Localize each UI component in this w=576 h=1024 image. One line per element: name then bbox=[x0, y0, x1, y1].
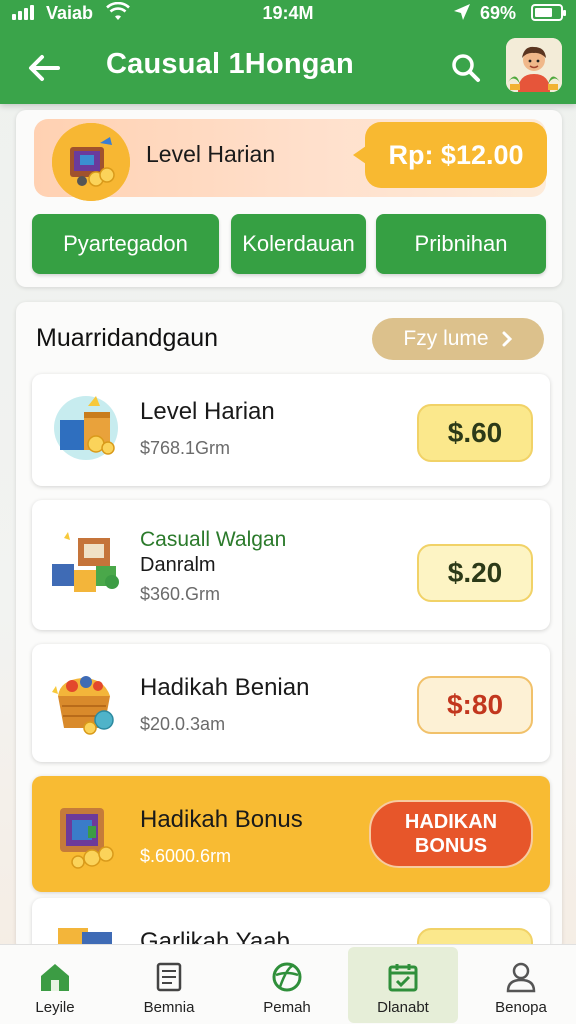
item-subtitle: $.6000.6rm bbox=[140, 846, 232, 866]
arrow-left-icon bbox=[29, 55, 60, 81]
search-button[interactable] bbox=[444, 46, 488, 90]
item-subtitle: $360.Grm bbox=[140, 584, 221, 604]
status-bar: Vaiab 19:4M 69% bbox=[0, 0, 576, 28]
nav-item-home[interactable]: Leyile bbox=[0, 947, 110, 1023]
view-all-button[interactable]: Fzy lume bbox=[372, 318, 544, 360]
item-title: Hadikah Benian bbox=[140, 674, 310, 701]
list-item[interactable]: Casuall Walgan Danralm $360.Grm $.20 bbox=[32, 500, 550, 630]
back-button[interactable] bbox=[22, 46, 66, 90]
app-header: Vaiab 19:4M 69% Causual 1Hongan bbox=[0, 0, 576, 104]
nav-item-dlanabt[interactable]: Dlanabt bbox=[348, 947, 458, 1023]
nav-item-pemah[interactable]: Pemah bbox=[232, 947, 342, 1023]
document-icon bbox=[156, 962, 182, 992]
bottom-nav: Leyile Bemnia Pemah Dlanabt Benopa bbox=[0, 944, 576, 1024]
globe-icon bbox=[272, 962, 302, 992]
item-subtitle: $768.1Grm bbox=[140, 438, 231, 458]
nav-label: Pemah bbox=[263, 999, 311, 1016]
gift-box-icon bbox=[48, 392, 126, 464]
item-subtitle: $20.0.3am bbox=[140, 714, 226, 734]
battery-percent: 69% bbox=[480, 3, 517, 23]
section-title: Muarridandgaun bbox=[36, 324, 219, 352]
list-item[interactable]: Hadikah Benian $20.0.3am $:80 bbox=[32, 644, 550, 762]
action-button-1[interactable]: Pyartegadon bbox=[32, 214, 219, 274]
page-title: Causual 1Hongan bbox=[106, 48, 354, 80]
search-icon bbox=[452, 54, 480, 82]
bonus-chest-icon bbox=[48, 800, 126, 872]
daily-level-card: Level Harian Rp: $12.00 Pyartegadon Kole… bbox=[16, 110, 562, 287]
view-all-label: Fzy lume bbox=[403, 327, 489, 350]
bonus-line-1: HADIKAN bbox=[404, 811, 498, 833]
item-title: Casuall Walgan bbox=[140, 528, 287, 551]
nav-label: Leyile bbox=[35, 999, 75, 1016]
nav-item-benopa[interactable]: Benopa bbox=[466, 947, 576, 1023]
level-title: Level Harian bbox=[146, 141, 276, 167]
item-title-secondary: Danralm bbox=[140, 554, 216, 576]
price-button[interactable]: $:80 bbox=[417, 676, 533, 734]
home-icon bbox=[41, 964, 69, 991]
battery-level bbox=[535, 8, 552, 17]
bonus-line-2: BONUS bbox=[414, 835, 488, 857]
action-button-3[interactable]: Pribnihan bbox=[376, 214, 546, 274]
crate-icon bbox=[48, 530, 126, 602]
avatar-icon bbox=[506, 38, 562, 92]
claim-bonus-button[interactable]: HADIKAN BONUS bbox=[369, 800, 533, 868]
list-item[interactable]: Level Harian $768.1Grm $.60 bbox=[32, 374, 550, 486]
reward-button[interactable]: Rp: $12.00 bbox=[353, 122, 547, 188]
location-icon bbox=[452, 2, 472, 27]
nav-item-bemnia[interactable]: Bemnia bbox=[114, 947, 224, 1023]
nav-label: Dlanabt bbox=[377, 999, 429, 1016]
bonus-item[interactable]: Hadikah Bonus $.6000.6rm HADIKAN BONUS bbox=[32, 776, 550, 892]
chevron-right-icon bbox=[502, 331, 512, 347]
item-title: Hadikah Bonus bbox=[140, 806, 303, 833]
avatar[interactable] bbox=[506, 38, 562, 92]
treasure-basket-icon bbox=[48, 666, 126, 738]
rewards-list-card: Muarridandgaun Fzy lume Level Harian $76… bbox=[16, 302, 562, 952]
treasure-chest-icon bbox=[52, 123, 130, 201]
item-title: Level Harian bbox=[140, 398, 275, 425]
price-button[interactable]: $.60 bbox=[417, 404, 533, 462]
battery-icon bbox=[531, 4, 566, 21]
profile-icon bbox=[506, 962, 536, 993]
action-button-2[interactable]: Kolerdauan bbox=[231, 214, 366, 274]
nav-label: Benopa bbox=[495, 999, 547, 1016]
price-button[interactable]: $.20 bbox=[417, 544, 533, 602]
calendar-icon bbox=[388, 964, 418, 992]
nav-label: Bemnia bbox=[143, 999, 195, 1016]
